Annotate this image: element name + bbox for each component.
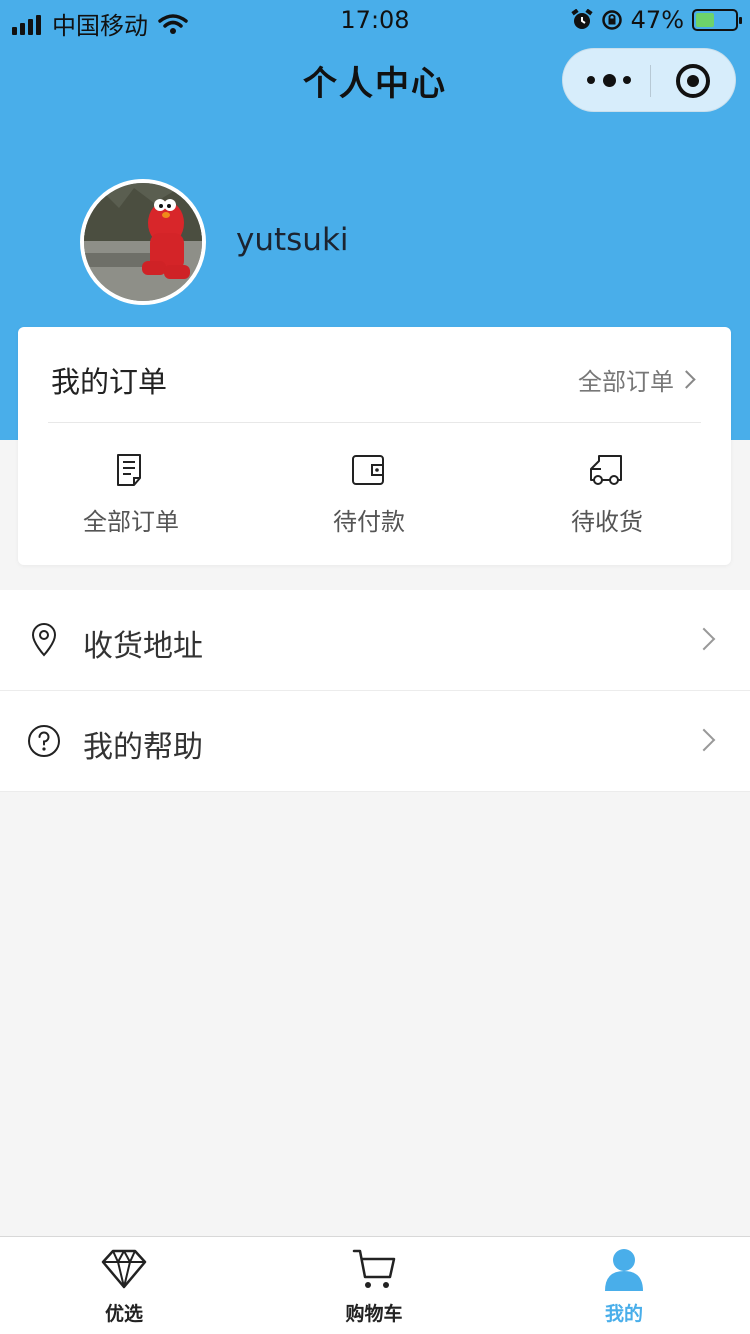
tab-mine-label: 我的 [604,1303,643,1325]
orders-title: 我的订单 [51,365,168,399]
rotation-lock-icon [601,10,622,30]
tab-featured[interactable]: 优选 [64,1247,184,1326]
orders-divider [48,422,701,423]
avatar[interactable] [80,179,206,305]
wallet-icon [352,455,384,485]
order-all-label: 全部订单 [83,508,179,536]
tab-bar: 优选 购物车 我的 [0,1236,750,1334]
cart-icon [352,1249,396,1288]
status-right: 47% [571,6,742,34]
more-icon[interactable] [587,68,631,92]
document-icon [117,454,141,486]
order-pending-delivery-button[interactable]: 待收货 [507,452,707,537]
order-pending-payment-button[interactable]: 待付款 [269,452,469,537]
avatar-photo [84,183,202,301]
menu-item-address-label: 收货地址 [83,629,203,664]
battery-percent: 47% [630,6,684,34]
all-orders-link-label: 全部订单 [578,368,674,396]
diamond-icon [101,1249,147,1289]
battery-charging-icon [692,9,742,31]
mini-program-capsule [562,48,736,112]
menu-item-address[interactable]: 收货地址 [0,590,750,691]
tab-cart[interactable]: 购物车 [314,1247,434,1326]
tab-featured-label: 优选 [104,1303,143,1325]
menu-item-help[interactable]: 我的帮助 [0,691,750,792]
username: yutsuki [236,222,349,258]
order-all-button[interactable]: 全部订单 [31,452,231,537]
location-pin-icon [31,623,57,657]
chevron-right-icon [677,370,696,389]
all-orders-link[interactable]: 全部订单 [578,362,696,397]
status-bar: 中国移动 17:08 47% [0,0,750,40]
alarm-icon [571,9,593,29]
order-pending-delivery-label: 待收货 [571,508,643,536]
target-icon[interactable] [676,64,710,98]
orders-card: 我的订单 全部订单 全部订单 待付款 待收货 [18,327,731,565]
menu-list: 收货地址 我的帮助 [0,590,750,792]
capsule-divider [650,65,651,97]
truck-icon [590,455,622,485]
chevron-right-icon [692,627,716,651]
user-icon [605,1249,643,1291]
battery-level [696,13,714,27]
question-circle-icon [28,725,60,757]
order-pending-payment-label: 待付款 [333,508,405,536]
menu-item-help-label: 我的帮助 [83,730,203,765]
tab-cart-label: 购物车 [345,1303,403,1325]
tab-mine[interactable]: 我的 [564,1247,684,1326]
chevron-right-icon [692,728,716,752]
